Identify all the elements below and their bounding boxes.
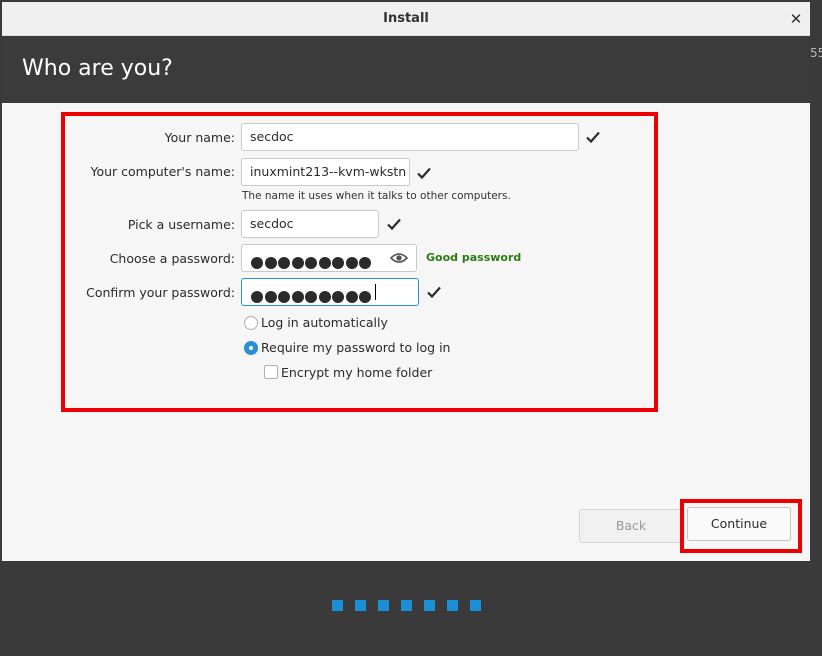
- password-dot: [291, 291, 304, 303]
- password-dot: [251, 257, 263, 269]
- background-text-fragment: 55: [810, 46, 822, 60]
- checkmark-icon: [427, 286, 441, 299]
- password-dot: [345, 257, 358, 269]
- require-password-radio[interactable]: [244, 341, 258, 355]
- title-bar[interactable]: Install ✕: [2, 2, 810, 36]
- password-dot: [345, 291, 358, 303]
- window-title: Install: [383, 11, 429, 26]
- form-area: Your name: secdoc Your computer's name: …: [2, 103, 810, 561]
- confirm-password-label: Confirm your password:: [86, 285, 235, 300]
- page-header: Who are you?: [2, 36, 810, 103]
- password-dot: [318, 257, 331, 269]
- your-name-label: Your name:: [164, 130, 235, 145]
- log-in-automatically-label[interactable]: Log in automatically: [261, 315, 388, 330]
- password-dot: [305, 291, 317, 303]
- password-dot: [278, 257, 290, 269]
- password-strength: Good password: [426, 251, 522, 264]
- username-field[interactable]: secdoc: [241, 210, 379, 238]
- encrypt-home-label[interactable]: Encrypt my home folder: [281, 365, 432, 380]
- password-dots: [251, 252, 373, 269]
- progress-step: [401, 600, 412, 611]
- computer-name-label: Your computer's name:: [90, 164, 235, 179]
- progress-step: [447, 600, 458, 611]
- password-dot: [359, 257, 371, 269]
- checkmark-icon: [417, 167, 431, 180]
- password-field[interactable]: [241, 244, 417, 272]
- continue-button[interactable]: Continue: [687, 507, 791, 541]
- password-dot: [332, 257, 344, 269]
- computer-name-hint: The name it uses when it talks to other …: [242, 190, 511, 202]
- computer-name-field[interactable]: inuxmint213--kvm-wkstn: [241, 158, 410, 186]
- password-dot: [332, 291, 344, 303]
- back-button[interactable]: Back: [579, 509, 683, 543]
- page-title: Who are you?: [22, 56, 173, 81]
- checkmark-icon: [586, 131, 600, 144]
- password-dot: [264, 291, 277, 303]
- progress-step: [424, 600, 435, 611]
- progress-step: [378, 600, 389, 611]
- password-label: Choose a password:: [109, 251, 235, 266]
- password-dot: [318, 291, 331, 303]
- progress-step: [470, 600, 481, 611]
- require-password-label[interactable]: Require my password to log in: [261, 340, 450, 355]
- username-label: Pick a username:: [127, 217, 235, 232]
- password-dot: [251, 291, 263, 303]
- your-name-field[interactable]: secdoc: [241, 123, 579, 151]
- encrypt-home-checkbox[interactable]: [264, 365, 278, 379]
- checkmark-icon: [387, 218, 401, 231]
- text-caret: [374, 284, 376, 300]
- password-dot: [305, 257, 317, 269]
- password-dot: [278, 291, 290, 303]
- eye-icon[interactable]: [390, 250, 408, 266]
- log-in-automatically-radio[interactable]: [244, 316, 258, 330]
- password-dot: [359, 291, 371, 303]
- password-dot: [291, 257, 304, 269]
- close-icon[interactable]: ✕: [788, 11, 804, 27]
- progress-step: [332, 600, 343, 611]
- password-dot: [264, 257, 277, 269]
- installer-window: Install ✕ Who are you? Your name: secdoc…: [2, 2, 810, 656]
- confirm-password-dots: [251, 284, 376, 303]
- progress-step: [355, 600, 366, 611]
- confirm-password-field[interactable]: [241, 278, 419, 306]
